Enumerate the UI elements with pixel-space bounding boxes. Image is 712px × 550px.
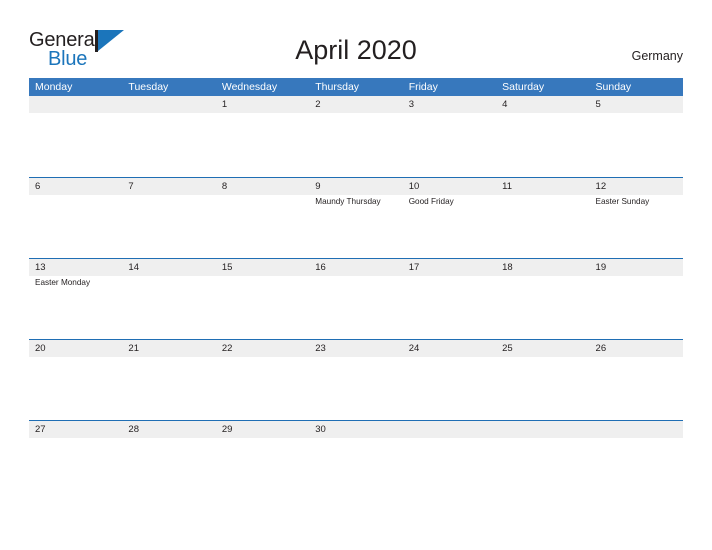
day-number: 26 <box>595 343 607 354</box>
day-of-week-header-row: Monday Tuesday Wednesday Thursday Friday… <box>29 78 683 96</box>
holiday-label: Easter Monday <box>35 278 91 287</box>
day-cell[interactable]: 2 <box>309 96 402 177</box>
day-number: 19 <box>595 262 607 273</box>
holiday-label: Maundy Thursday <box>315 197 381 206</box>
day-cell[interactable]: 15 <box>216 259 309 339</box>
day-number: 30 <box>315 424 326 435</box>
week-cells: 6 7 8 9 Maundy Thursday 10 Good Friday 11 12 East… <box>29 178 683 258</box>
day-number: 16 <box>315 262 326 273</box>
day-number: 2 <box>315 99 321 110</box>
day-number: 27 <box>35 424 46 435</box>
day-cell[interactable]: 14 <box>122 259 215 339</box>
day-number: 6 <box>35 181 41 192</box>
day-cell-empty <box>590 421 683 501</box>
day-cell-empty <box>403 421 496 501</box>
day-cell[interactable]: 26 <box>590 340 683 420</box>
calendar-page: General Blue April 2020 Germany Monday T… <box>0 0 712 550</box>
calendar-week-row: 27 28 29 30 <box>29 420 683 501</box>
day-number: 4 <box>502 99 508 110</box>
day-cell[interactable]: 9 Maundy Thursday <box>309 178 402 258</box>
day-cell[interactable]: 11 <box>496 178 589 258</box>
day-number: 13 <box>35 262 46 273</box>
day-cell[interactable]: 30 <box>309 421 402 501</box>
calendar-grid: Monday Tuesday Wednesday Thursday Friday… <box>29 78 683 501</box>
day-number: 7 <box>128 181 134 192</box>
day-number: 21 <box>128 343 139 354</box>
day-number: 22 <box>221 343 233 354</box>
day-number: 11 <box>502 181 512 192</box>
calendar-week-row: 6 7 8 9 Maundy Thursday 10 Good Friday 11 12 East… <box>29 177 683 258</box>
day-number: 17 <box>408 262 420 273</box>
week-cells: 1 2 3 4 5 <box>29 96 683 177</box>
day-number: 5 <box>595 99 601 110</box>
day-of-week-wednesday: Wednesday <box>221 81 278 93</box>
week-cells: 20 21 22 23 24 25 26 <box>29 340 683 420</box>
calendar-week-row: 13 Easter Monday 14 15 16 17 18 19 <box>29 258 683 339</box>
page-header: General Blue April 2020 Germany <box>0 0 712 78</box>
week-cells: 13 Easter Monday 14 15 16 17 18 19 <box>29 259 683 339</box>
country-label: Germany <box>631 49 683 63</box>
day-number: 28 <box>128 424 139 435</box>
calendar-weeks: 1 2 3 4 5 6 7 8 9 Maundy Thursday 10 Good Friday 11 1… <box>29 96 683 501</box>
day-cell[interactable]: 21 <box>122 340 215 420</box>
day-number: 8 <box>221 181 228 192</box>
calendar-week-row: 20 21 22 23 24 25 26 <box>29 339 683 420</box>
day-cell[interactable]: 6 <box>29 178 122 258</box>
day-number: 29 <box>221 424 233 435</box>
day-of-week-saturday: Saturday <box>502 81 545 93</box>
day-cell[interactable]: 24 <box>403 340 496 420</box>
holiday-label: Easter Sunday <box>595 197 650 206</box>
day-number: 15 <box>221 262 233 273</box>
day-cell[interactable]: 4 <box>496 96 589 177</box>
page-title: April 2020 <box>295 35 417 65</box>
day-number: 1 <box>221 99 228 110</box>
day-cell[interactable]: 28 <box>122 421 215 501</box>
day-cell-empty <box>496 421 589 501</box>
day-number: 18 <box>502 262 513 273</box>
day-cell[interactable]: 17 <box>403 259 496 339</box>
day-number: 12 <box>595 181 607 192</box>
day-of-week-sunday: Sunday <box>595 81 632 93</box>
day-number: 23 <box>315 343 326 354</box>
day-cell[interactable]: 23 <box>309 340 402 420</box>
holiday-label: Good Friday <box>408 197 454 206</box>
day-cell[interactable]: 25 <box>496 340 589 420</box>
day-cell[interactable]: 18 <box>496 259 589 339</box>
day-number: 10 <box>408 181 420 192</box>
day-cell[interactable]: 12 Easter Sunday <box>590 178 683 258</box>
day-number: 20 <box>35 343 46 354</box>
day-of-week-tuesday: Tuesday <box>128 81 169 93</box>
day-cell[interactable]: 3 <box>403 96 496 177</box>
day-number: 3 <box>408 99 414 110</box>
day-number: 14 <box>128 262 139 273</box>
day-number: 25 <box>502 343 513 354</box>
day-cell[interactable]: 29 <box>216 421 309 501</box>
day-of-week-friday: Friday <box>408 81 438 93</box>
calendar-week-row: 1 2 3 4 5 <box>29 96 683 177</box>
day-of-week-monday: Monday <box>35 81 73 93</box>
week-cells: 27 28 29 30 <box>29 421 683 501</box>
day-of-week-thursday: Thursday <box>315 81 360 93</box>
day-cell[interactable]: 22 <box>216 340 309 420</box>
day-cell[interactable]: 20 <box>29 340 122 420</box>
day-cell[interactable]: 16 <box>309 259 402 339</box>
day-number: 9 <box>315 181 321 192</box>
day-cell[interactable]: 13 Easter Monday <box>29 259 122 339</box>
day-cell[interactable]: 27 <box>29 421 122 501</box>
day-cell[interactable]: 8 <box>216 178 309 258</box>
day-cell[interactable]: 19 <box>590 259 683 339</box>
day-cell-empty <box>29 96 122 177</box>
day-cell-empty <box>122 96 215 177</box>
day-cell[interactable]: 5 <box>590 96 683 177</box>
day-cell[interactable]: 1 <box>216 96 309 177</box>
day-cell[interactable]: 7 <box>122 178 215 258</box>
day-cell[interactable]: 10 Good Friday <box>403 178 496 258</box>
day-number: 24 <box>408 343 420 354</box>
